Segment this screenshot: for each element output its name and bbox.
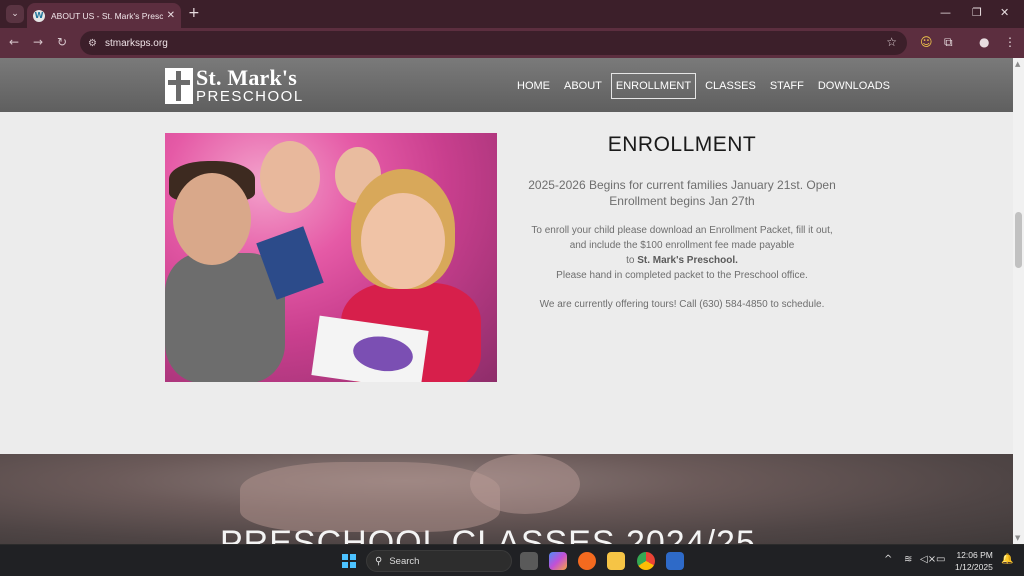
battery-icon[interactable]: ▭ [936,554,945,565]
address-bar[interactable]: ⚙ stmarksps.org ☆ [80,31,907,55]
classes-section-title: PRESCHOOL CLASSES 2024/25 [220,524,756,544]
classes-section-banner: PRESCHOOL CLASSES 2024/25 [0,454,1013,544]
enrollment-dates-line2: Enrollment begins Jan 27th [609,194,755,208]
taskbar-search[interactable]: ⚲ Search [366,550,512,572]
instructions-line1: To enroll your child please download an … [531,225,833,236]
restore-icon[interactable]: ❐ [972,6,982,19]
firefox-icon[interactable] [578,552,596,570]
file-explorer-icon[interactable] [607,552,625,570]
browser-tab-active[interactable]: W ABOUT US - St. Mark's Preschool ✕ [27,3,181,28]
volume-muted-icon[interactable]: ◁× [920,554,936,565]
browser-menu-icon[interactable]: ⋮ [1004,35,1016,49]
cross-logo-icon [165,67,193,104]
network-app-icon[interactable] [666,552,684,570]
chrome-icon[interactable] [637,552,655,570]
tab-title: ABOUT US - St. Mark's Preschool [51,10,163,21]
windows-start-icon[interactable] [342,554,356,568]
extensions-puzzle-icon[interactable]: ⧉ [944,35,953,50]
search-icon: ⚲ [375,555,383,567]
windows-taskbar: ⚲ Search ^ ≋ ◁× ▭ 12:06 PM 1/12/2025 🔔 [0,544,1024,576]
page-viewport: St. Mark's PRESCHOOL HOME ABOUT ENROLLME… [0,58,1013,544]
notification-bell-icon[interactable]: 🔔 [1001,554,1013,565]
site-header: St. Mark's PRESCHOOL HOME ABOUT ENROLLME… [0,58,1013,112]
reload-icon[interactable]: ↻ [57,35,67,49]
scrollbar-thumb[interactable] [1015,212,1022,268]
bookmark-star-icon[interactable]: ☆ [886,35,897,49]
forward-arrow-icon[interactable]: → [33,35,43,49]
tray-chevron-up-icon[interactable]: ^ [884,554,892,565]
nav-enrollment[interactable]: ENROLLMENT [610,73,697,99]
profile-icon[interactable]: ● [979,35,989,49]
nav-about[interactable]: ABOUT [559,73,607,99]
nav-classes[interactable]: CLASSES [700,73,761,99]
enrollment-content: ENROLLMENT 2025-2026 Begins for current … [512,133,852,312]
emoji-extension-icon[interactable]: ☺ [920,35,933,49]
clock-time: 12:06 PM [956,550,993,560]
tours-text: We are currently offering tours! Call (6… [539,299,825,310]
window-close-icon[interactable]: ✕ [1000,6,1009,19]
enrollment-dates-line1: 2025-2026 Begins for current families Ja… [528,178,836,192]
nav-staff[interactable]: STAFF [765,73,809,99]
browser-tab-strip: ⌄ W ABOUT US - St. Mark's Preschool ✕ + … [0,0,1024,28]
site-info-icon[interactable]: ⚙ [88,38,97,49]
payable-to-name: St. Mark's Preschool. [637,255,738,266]
wifi-icon[interactable]: ≋ [904,554,912,565]
scroll-up-arrow-icon[interactable]: ▲ [1015,60,1020,68]
nav-downloads[interactable]: DOWNLOADS [813,73,895,99]
clock-date: 1/12/2025 [955,562,993,572]
copilot-icon[interactable] [549,552,567,570]
page-scrollbar[interactable]: ▲ ▼ [1013,58,1024,544]
site-logo[interactable]: St. Mark's PRESCHOOL [165,67,304,104]
main-nav: HOME ABOUT ENROLLMENT CLASSES STAFF DOWN… [512,73,899,99]
url-text: stmarksps.org [104,37,168,49]
instructions-line3: to St. Mark's Preschool. [626,255,738,266]
logo-title: St. Mark's [196,65,297,90]
wordpress-favicon-icon: W [33,9,45,22]
page-title: ENROLLMENT [607,133,757,156]
children-photo [165,133,497,382]
minimize-icon[interactable]: — [940,6,951,19]
back-arrow-icon[interactable]: ← [9,35,19,49]
tab-close-icon[interactable]: ✕ [167,10,175,21]
instructions-line2: and include the $100 enrollment fee made… [569,240,795,251]
tab-search-chevron-icon[interactable]: ⌄ [6,5,24,23]
new-tab-plus-icon[interactable]: + [188,5,200,21]
taskbar-clock[interactable]: 12:06 PM 1/12/2025 [955,549,993,573]
scroll-down-arrow-icon[interactable]: ▼ [1015,534,1020,542]
nav-home[interactable]: HOME [512,73,555,99]
instructions-line4: Please hand in completed packet to the P… [556,270,808,281]
logo-subtitle: PRESCHOOL [196,88,304,105]
browser-toolbar: ← → ↻ ⚙ stmarksps.org ☆ ☺ ⧉ ● ⋮ [0,28,1024,58]
search-placeholder: Search [389,555,420,567]
task-view-icon[interactable] [520,552,538,570]
